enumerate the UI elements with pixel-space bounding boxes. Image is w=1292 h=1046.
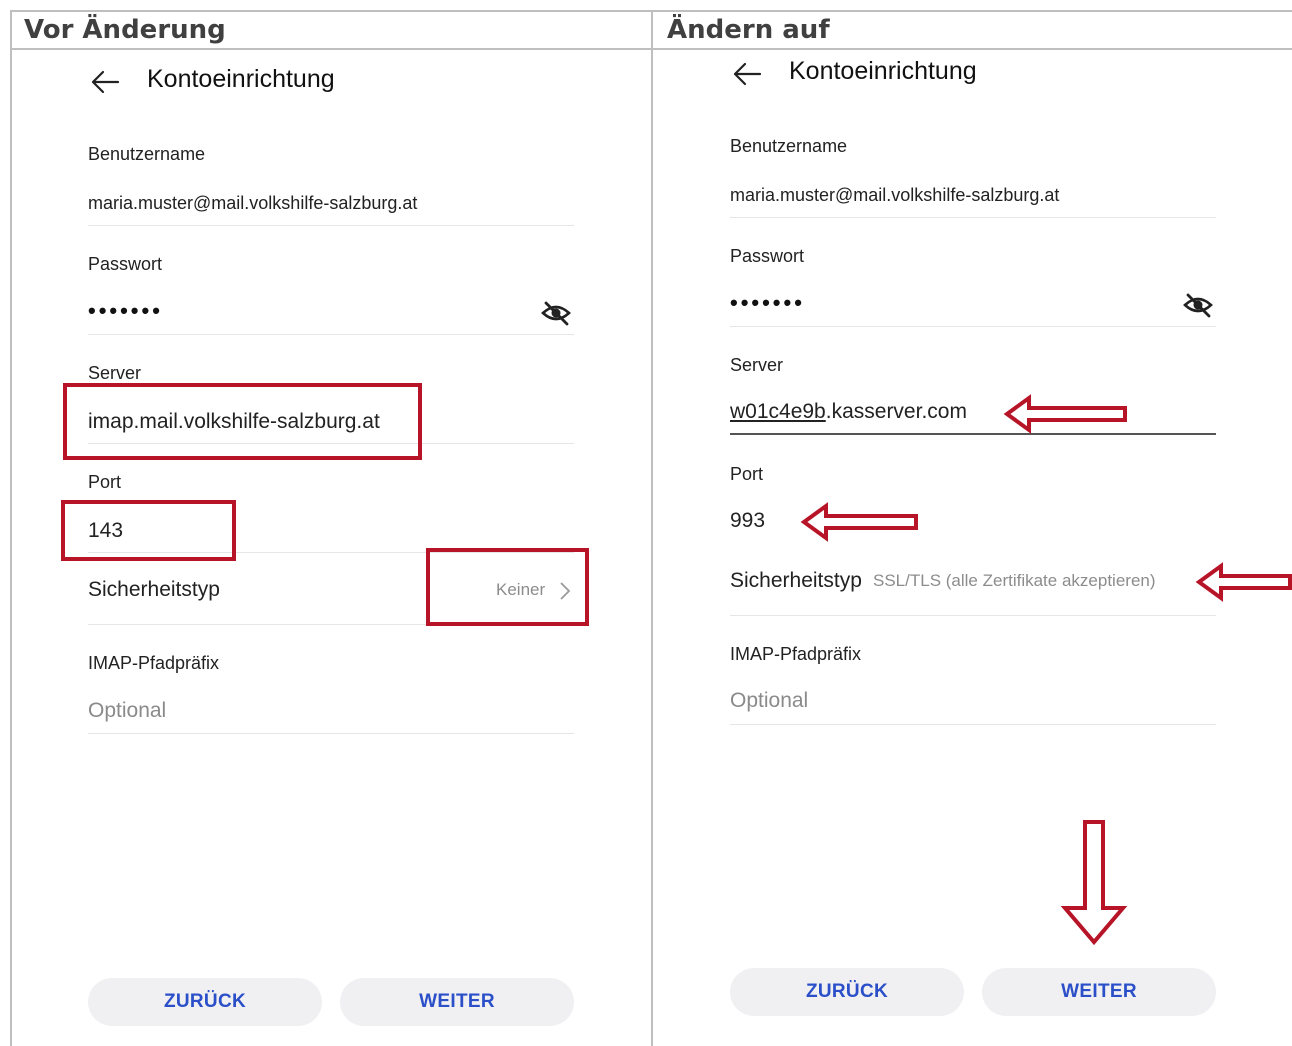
- password-divider: [88, 334, 574, 335]
- back-arrow-icon[interactable]: [90, 69, 120, 95]
- password-label: Passwort: [730, 246, 805, 266]
- password-divider: [730, 326, 1216, 327]
- imap-prefix-field[interactable]: Optional: [88, 699, 166, 723]
- back-button[interactable]: ZURÜCK: [88, 978, 322, 1026]
- server-host-prefix: w01c4e9b: [730, 400, 826, 423]
- outline-arrow-icon: [800, 502, 918, 542]
- security-divider: [730, 615, 1216, 616]
- eye-off-icon[interactable]: [1182, 292, 1214, 318]
- security-type-label: Sicherheitstyp: [88, 578, 220, 601]
- next-button[interactable]: WEITER: [982, 968, 1216, 1016]
- port-label: Port: [730, 464, 764, 484]
- imap-prefix-divider: [730, 724, 1216, 725]
- server-field[interactable]: w01c4e9b.kasserver.com: [730, 400, 967, 424]
- username-divider: [88, 225, 574, 226]
- username-field[interactable]: maria.muster@mail.volkshilfe-salzburg.at: [730, 185, 1059, 206]
- imap-prefix-label: IMAP-Pfadpräfix: [88, 653, 220, 673]
- eye-off-icon[interactable]: [540, 300, 572, 326]
- screen-title: Kontoeinrichtung: [147, 65, 335, 93]
- outline-arrow-icon: [1060, 820, 1128, 946]
- back-button[interactable]: ZURÜCK: [730, 968, 964, 1016]
- server-label: Server: [88, 363, 142, 383]
- next-button[interactable]: WEITER: [340, 978, 574, 1026]
- username-label: Benutzername: [88, 144, 206, 164]
- imap-prefix-label: IMAP-Pfadpräfix: [730, 644, 862, 664]
- security-type-label: Sicherheitstyp: [730, 569, 862, 592]
- imap-prefix-field[interactable]: Optional: [730, 689, 808, 713]
- security-type-value[interactable]: SSL/TLS (alle Zertifikate akzeptieren): [873, 571, 1156, 591]
- screen-title: Kontoeinrichtung: [789, 57, 977, 85]
- port-label: Port: [88, 472, 122, 492]
- outline-arrow-icon: [1195, 562, 1292, 602]
- back-arrow-icon[interactable]: [732, 61, 762, 87]
- server-host-domain: .kasserver.com: [825, 400, 967, 423]
- port-field[interactable]: 993: [730, 509, 765, 533]
- after-screenshot: Kontoeinrichtung Benutzername maria.must…: [653, 50, 1292, 1046]
- security-highlight-box: [426, 548, 589, 626]
- server-highlight-box: [63, 383, 422, 460]
- password-label: Passwort: [88, 254, 163, 274]
- server-label: Server: [730, 355, 784, 375]
- password-field[interactable]: •••••••: [88, 298, 163, 324]
- username-field[interactable]: maria.muster@mail.volkshilfe-salzburg.at: [88, 193, 417, 214]
- server-divider-focused: [730, 433, 1216, 435]
- password-field[interactable]: •••••••: [730, 290, 805, 316]
- port-highlight-box: [61, 500, 236, 561]
- column-header-after: Ändern auf: [667, 15, 830, 45]
- column-header-before: Vor Änderung: [24, 15, 226, 45]
- imap-prefix-divider: [88, 733, 574, 734]
- username-divider: [730, 217, 1216, 218]
- username-label: Benutzername: [730, 136, 848, 156]
- outline-arrow-icon: [1003, 394, 1127, 434]
- before-screenshot: Kontoeinrichtung Benutzername maria.must…: [12, 50, 651, 1046]
